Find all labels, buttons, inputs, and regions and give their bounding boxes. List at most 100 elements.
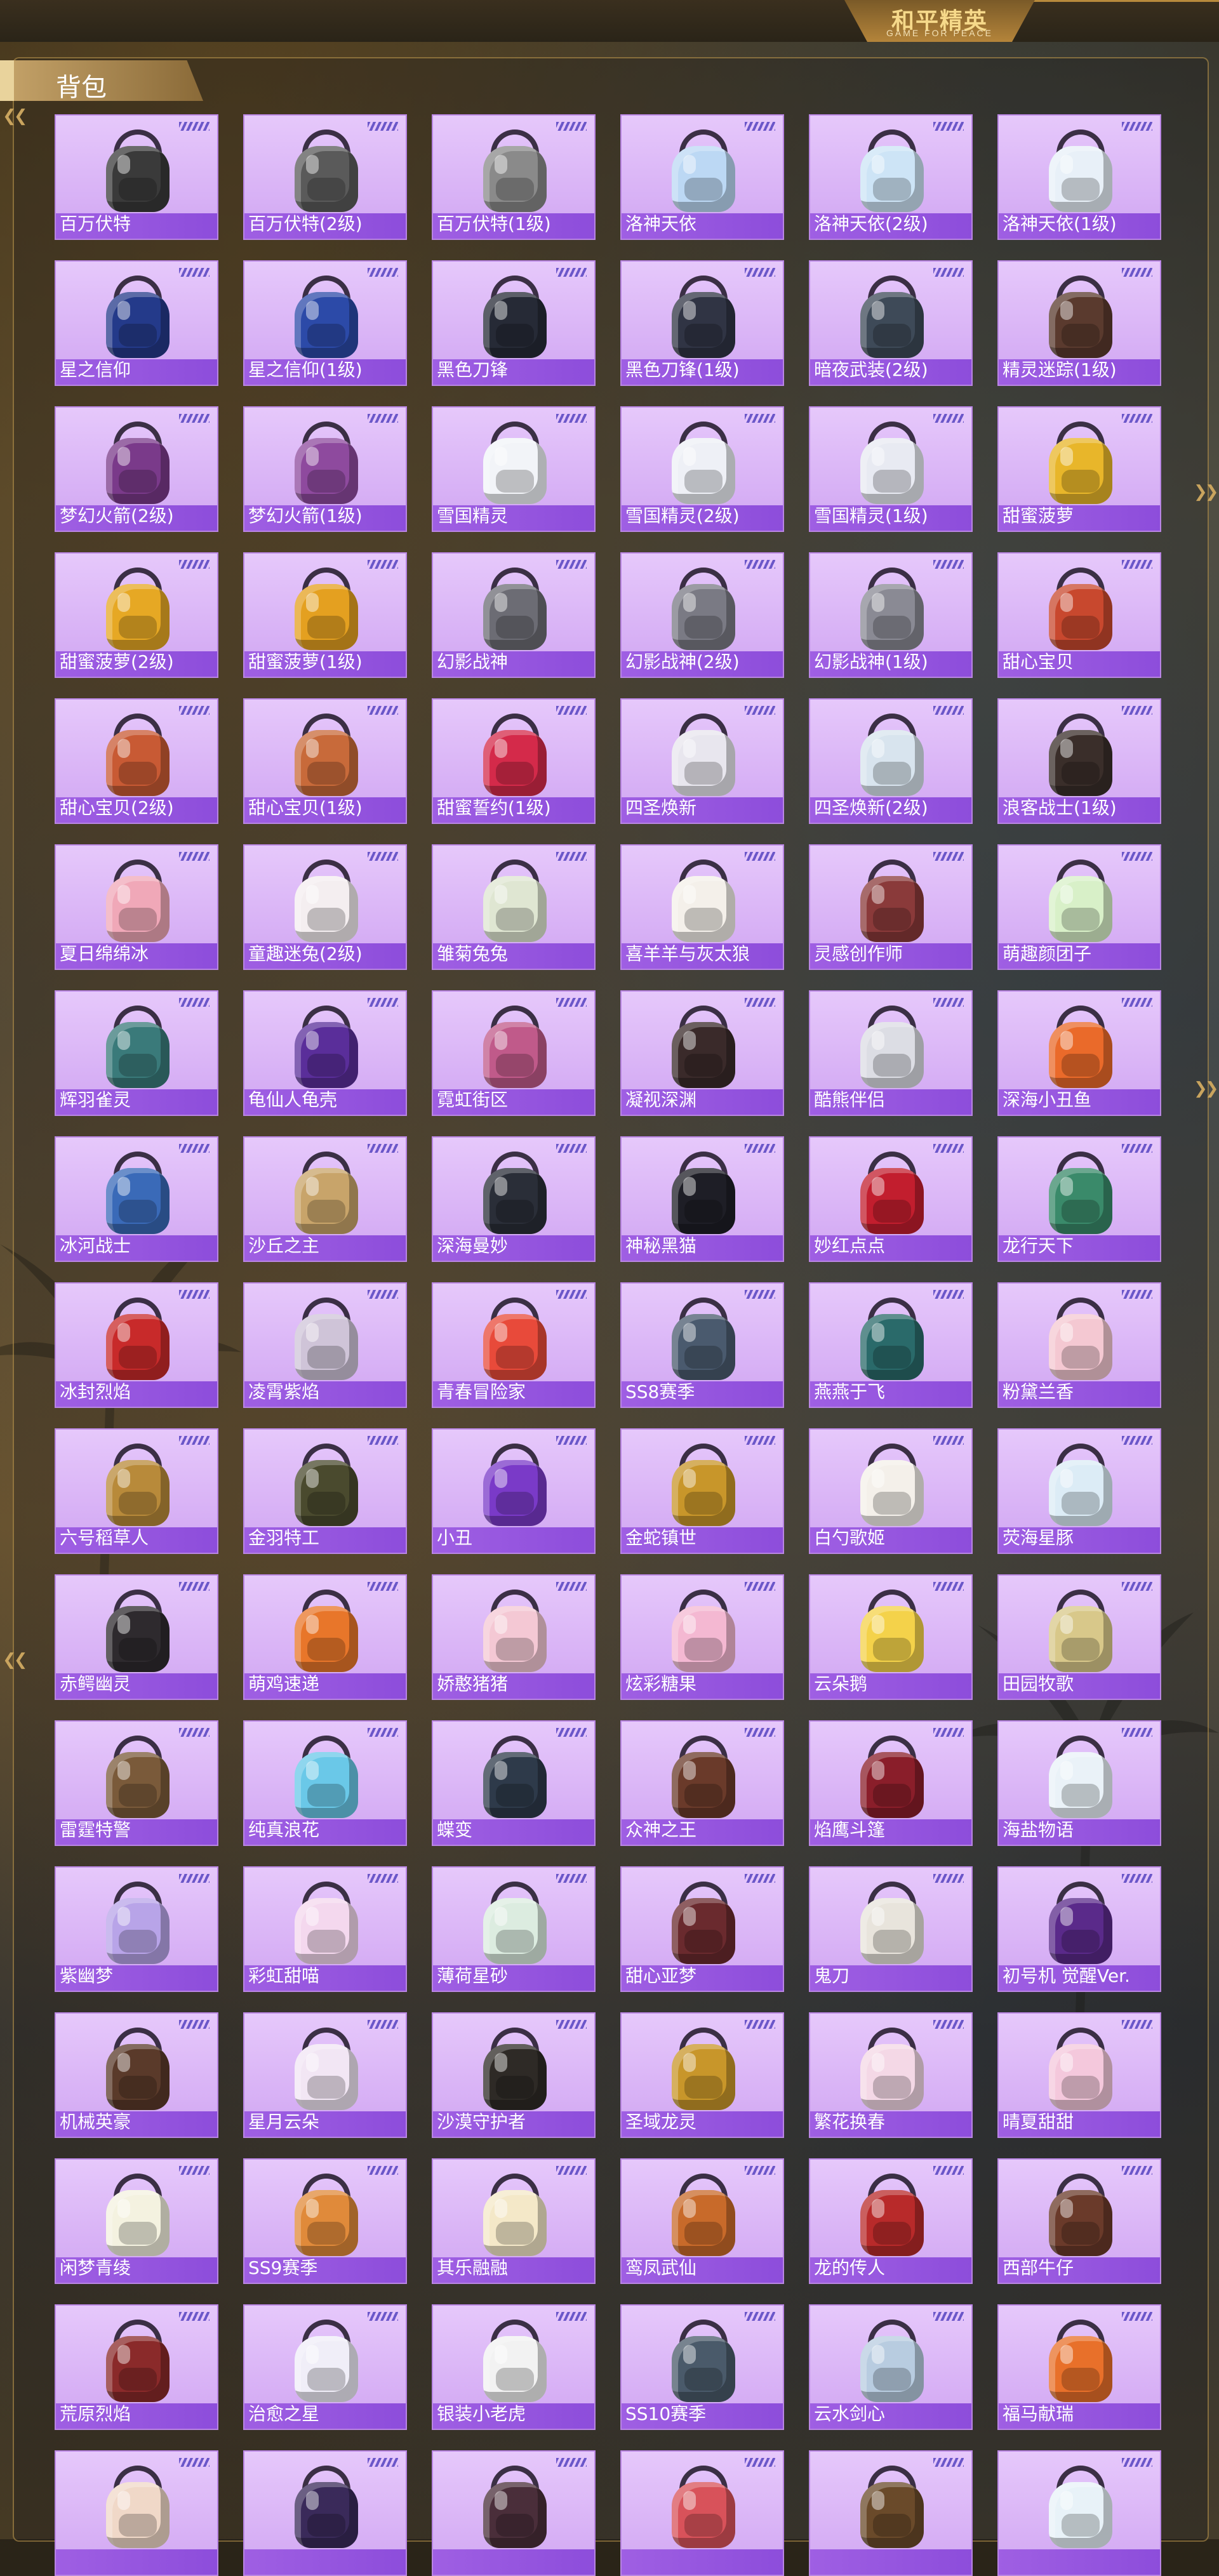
backpack-card[interactable]: 凝视深渊 <box>620 990 784 1116</box>
backpack-card[interactable]: 甜心宝贝(1级) <box>243 698 407 824</box>
backpack-card[interactable]: 甜心宝贝(2级) <box>55 698 218 824</box>
backpack-card[interactable]: 神秘黑猫 <box>620 1136 784 1262</box>
backpack-card[interactable]: 金羽特工 <box>243 1428 407 1554</box>
backpack-card[interactable]: 甜蜜菠萝(2级) <box>55 552 218 678</box>
backpack-card[interactable]: 灵感创作师 <box>809 844 973 970</box>
backpack-card[interactable]: 金蛇镇世 <box>620 1428 784 1554</box>
backpack-card[interactable]: 焰鹰斗篷 <box>809 1720 973 1846</box>
backpack-card[interactable]: 雪国精灵 <box>432 406 596 532</box>
backpack-card[interactable]: 洛神天依(2级) <box>809 114 973 240</box>
backpack-card[interactable]: 甜心亚梦 <box>620 1866 784 1992</box>
backpack-card[interactable]: 幻影战神(1级) <box>809 552 973 678</box>
backpack-card[interactable]: 蝶变 <box>432 1720 596 1846</box>
backpack-card[interactable]: 洛神天依(1级) <box>997 114 1161 240</box>
backpack-card[interactable]: 梦幻火箭(2级) <box>55 406 218 532</box>
backpack-card[interactable]: 纯真浪花 <box>243 1720 407 1846</box>
backpack-card[interactable]: 深海小丑鱼 <box>997 990 1161 1116</box>
backpack-card[interactable]: SS8赛季 <box>620 1282 784 1408</box>
backpack-card[interactable]: 四圣焕新 <box>620 698 784 824</box>
backpack-card[interactable]: 深海曼妙 <box>432 1136 596 1262</box>
backpack-card[interactable]: 雷霆特警 <box>55 1720 218 1846</box>
backpack-card[interactable]: 晴夏甜甜 <box>997 2012 1161 2138</box>
backpack-card[interactable]: 龟仙人龟壳 <box>243 990 407 1116</box>
backpack-card[interactable]: 青春冒险家 <box>432 1282 596 1408</box>
backpack-card[interactable] <box>620 2450 784 2576</box>
backpack-card[interactable]: 龙的传人 <box>809 2158 973 2284</box>
backpack-card[interactable]: 黑色刀锋(1级) <box>620 260 784 386</box>
backpack-card[interactable]: 云朵鹅 <box>809 1574 973 1700</box>
backpack-card[interactable]: 星之信仰(1级) <box>243 260 407 386</box>
backpack-card[interactable]: 雪国精灵(2级) <box>620 406 784 532</box>
backpack-card[interactable]: 萌趣颜团子 <box>997 844 1161 970</box>
backpack-card[interactable]: SS10赛季 <box>620 2304 784 2430</box>
backpack-card[interactable]: 机械英豪 <box>55 2012 218 2138</box>
backpack-card[interactable]: 白勺歌姬 <box>809 1428 973 1554</box>
backpack-card[interactable]: 冰封烈焰 <box>55 1282 218 1408</box>
backpack-card[interactable]: 海盐物语 <box>997 1720 1161 1846</box>
backpack-card[interactable]: 甜蜜菠萝(1级) <box>243 552 407 678</box>
backpack-card[interactable]: SS9赛季 <box>243 2158 407 2284</box>
backpack-card[interactable]: 梦幻火箭(1级) <box>243 406 407 532</box>
backpack-card[interactable]: 炫彩糖果 <box>620 1574 784 1700</box>
backpack-card[interactable]: 幻影战神(2级) <box>620 552 784 678</box>
backpack-card[interactable]: 鸾凤武仙 <box>620 2158 784 2284</box>
backpack-card[interactable]: 甜蜜誓约(1级) <box>432 698 596 824</box>
backpack-card[interactable]: 田园牧歌 <box>997 1574 1161 1700</box>
backpack-card[interactable]: 冰河战士 <box>55 1136 218 1262</box>
backpack-card[interactable]: 繁花换春 <box>809 2012 973 2138</box>
backpack-card[interactable]: 彩虹甜喵 <box>243 1866 407 1992</box>
backpack-card[interactable]: 六号稻草人 <box>55 1428 218 1554</box>
backpack-card[interactable]: 初号机 觉醒Ver. <box>997 1866 1161 1992</box>
backpack-card[interactable]: 圣域龙灵 <box>620 2012 784 2138</box>
backpack-card[interactable]: 精灵迷踪(1级) <box>997 260 1161 386</box>
backpack-card[interactable]: 百万伏特 <box>55 114 218 240</box>
backpack-card[interactable]: 幻影战神 <box>432 552 596 678</box>
backpack-card[interactable]: 雪国精灵(1级) <box>809 406 973 532</box>
backpack-card[interactable]: 赤鳄幽灵 <box>55 1574 218 1700</box>
backpack-card[interactable]: 酷熊伴侣 <box>809 990 973 1116</box>
backpack-card[interactable]: 娇憨猪猪 <box>432 1574 596 1700</box>
backpack-card[interactable]: 粉黛兰香 <box>997 1282 1161 1408</box>
backpack-card[interactable]: 众神之王 <box>620 1720 784 1846</box>
backpack-card[interactable]: 鬼刀 <box>809 1866 973 1992</box>
backpack-card[interactable]: 龙行天下 <box>997 1136 1161 1262</box>
backpack-card[interactable]: 霓虹街区 <box>432 990 596 1116</box>
backpack-card[interactable] <box>809 2450 973 2576</box>
backpack-card[interactable]: 夏日绵绵冰 <box>55 844 218 970</box>
backpack-card[interactable]: 暗夜武装(2级) <box>809 260 973 386</box>
backpack-card[interactable]: 辉羽雀灵 <box>55 990 218 1116</box>
backpack-card[interactable]: 薄荷星砂 <box>432 1866 596 1992</box>
backpack-card[interactable]: 洛神天依 <box>620 114 784 240</box>
backpack-card[interactable]: 甜心宝贝 <box>997 552 1161 678</box>
backpack-card[interactable]: 星月云朵 <box>243 2012 407 2138</box>
backpack-card[interactable]: 小丑 <box>432 1428 596 1554</box>
backpack-card[interactable] <box>55 2450 218 2576</box>
backpack-card[interactable]: 治愈之星 <box>243 2304 407 2430</box>
backpack-card[interactable]: 闲梦青绫 <box>55 2158 218 2284</box>
backpack-card[interactable]: 云水剑心 <box>809 2304 973 2430</box>
backpack-card[interactable]: 星之信仰 <box>55 260 218 386</box>
backpack-card[interactable]: 沙丘之主 <box>243 1136 407 1262</box>
backpack-card[interactable]: 紫幽梦 <box>55 1866 218 1992</box>
backpack-card[interactable]: 甜蜜菠萝 <box>997 406 1161 532</box>
backpack-card[interactable] <box>243 2450 407 2576</box>
backpack-card[interactable]: 燕燕于飞 <box>809 1282 973 1408</box>
backpack-card[interactable]: 萌鸡速递 <box>243 1574 407 1700</box>
backpack-card[interactable]: 银装小老虎 <box>432 2304 596 2430</box>
backpack-card[interactable]: 浪客战士(1级) <box>997 698 1161 824</box>
backpack-card[interactable]: 百万伏特(2级) <box>243 114 407 240</box>
backpack-card[interactable]: 百万伏特(1级) <box>432 114 596 240</box>
backpack-card[interactable]: 西部牛仔 <box>997 2158 1161 2284</box>
backpack-card[interactable]: 喜羊羊与灰太狼 <box>620 844 784 970</box>
backpack-card[interactable]: 荧海星豚 <box>997 1428 1161 1554</box>
backpack-card[interactable]: 荒原烈焰 <box>55 2304 218 2430</box>
backpack-card[interactable] <box>997 2450 1161 2576</box>
backpack-card[interactable]: 凌霄紫焰 <box>243 1282 407 1408</box>
backpack-card[interactable]: 其乐融融 <box>432 2158 596 2284</box>
backpack-card[interactable]: 童趣迷兔(2级) <box>243 844 407 970</box>
backpack-card[interactable]: 妙红点点 <box>809 1136 973 1262</box>
backpack-card[interactable]: 雏菊兔兔 <box>432 844 596 970</box>
backpack-card[interactable]: 四圣焕新(2级) <box>809 698 973 824</box>
backpack-card[interactable] <box>432 2450 596 2576</box>
backpack-card[interactable]: 沙漠守护者 <box>432 2012 596 2138</box>
